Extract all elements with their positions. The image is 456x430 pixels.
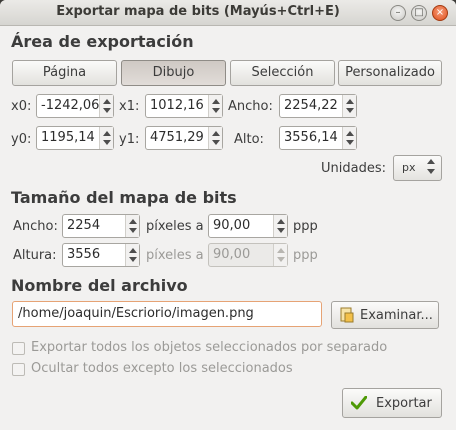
browse-button[interactable]: Examinar...	[331, 301, 439, 329]
tab-custom[interactable]: Personalizado	[338, 60, 442, 86]
chevron-down-icon	[427, 169, 435, 174]
checkmark-icon	[350, 395, 368, 410]
spin-arrows[interactable]	[99, 95, 113, 117]
y0-value[interactable]: 1195,14	[41, 130, 99, 145]
y1-spinbox[interactable]: 4751,29	[145, 126, 223, 150]
export-button[interactable]: Exportar	[342, 388, 442, 418]
tab-page[interactable]: Página	[12, 60, 117, 86]
spin-arrows	[273, 244, 287, 266]
spin-arrows[interactable]	[273, 215, 287, 237]
y1-label: y1:	[119, 132, 140, 147]
spin-arrows[interactable]	[99, 127, 113, 149]
area-width-value[interactable]: 2254,22	[284, 98, 342, 113]
y0-label: y0:	[11, 132, 32, 147]
hide-except-selected-checkbox[interactable]	[12, 363, 25, 376]
bitmap-width-label: Ancho:	[13, 219, 58, 234]
dpi-value[interactable]: 90,00	[213, 218, 273, 233]
maximize-icon[interactable]: □	[411, 5, 427, 21]
export-label: Exportar	[376, 396, 432, 411]
pixels-at-label-disabled: píxeles a	[146, 248, 204, 263]
export-bitmap-dialog: Exportar mapa de bits (Mayús+Ctrl+E) – □…	[0, 0, 456, 430]
area-height-spinbox[interactable]: 3556,14	[279, 126, 357, 150]
x0-spinbox[interactable]: -1242,06	[36, 94, 114, 118]
bitmap-size-heading: Tamaño del mapa de bits	[11, 188, 237, 207]
spin-arrows[interactable]	[342, 127, 356, 149]
filename-heading: Nombre del archivo	[11, 276, 188, 295]
folder-icon	[340, 307, 354, 323]
dialog-content: Área de exportación Página Dibujo Selecc…	[0, 26, 456, 430]
area-height-label: Alto:	[234, 132, 264, 147]
spin-arrows[interactable]	[125, 215, 139, 237]
spin-arrows[interactable]	[208, 127, 222, 149]
dpi-spinbox[interactable]: 90,00	[208, 214, 288, 238]
dpi-spinbox-disabled: 90,00	[208, 243, 288, 267]
filename-value[interactable]: /home/joaquin/Escriorio/imagen.png	[18, 306, 254, 321]
spin-arrows[interactable]	[208, 95, 222, 117]
spin-arrows[interactable]	[342, 95, 356, 117]
pixels-at-label: píxeles a	[146, 219, 204, 234]
bitmap-height-spinbox[interactable]: 3556	[62, 243, 140, 267]
chevron-up-icon	[427, 159, 435, 164]
window-title: Exportar mapa de bits (Mayús+Ctrl+E)	[56, 4, 340, 19]
title-bar[interactable]: Exportar mapa de bits (Mayús+Ctrl+E) – □…	[0, 0, 456, 26]
tab-selection[interactable]: Selección	[230, 60, 335, 86]
filename-input[interactable]: /home/joaquin/Escriorio/imagen.png	[12, 301, 322, 327]
bitmap-width-value[interactable]: 2254	[67, 218, 125, 233]
dpi-value-disabled: 90,00	[213, 247, 251, 262]
x1-spinbox[interactable]: 1012,16	[145, 94, 223, 118]
bitmap-height-label: Altura:	[13, 248, 57, 263]
x1-value[interactable]: 1012,16	[150, 98, 208, 113]
y0-spinbox[interactable]: 1195,14	[36, 126, 114, 150]
units-value: px	[402, 161, 416, 174]
x0-value[interactable]: -1242,06	[41, 98, 99, 113]
units-select[interactable]: px	[393, 155, 442, 181]
close-icon[interactable]: ×	[432, 5, 448, 21]
browse-label: Examinar...	[360, 308, 433, 323]
spin-arrows[interactable]	[125, 244, 139, 266]
ppp-label: ppp	[293, 219, 318, 234]
area-width-spinbox[interactable]: 2254,22	[279, 94, 357, 118]
hide-except-selected-label: Ocultar todos excepto los seleccionados	[31, 361, 293, 376]
area-width-label: Ancho:	[228, 99, 273, 114]
minimize-icon[interactable]: –	[390, 5, 406, 21]
ppp-label-disabled: ppp	[293, 248, 318, 263]
export-area-heading: Área de exportación	[11, 32, 194, 51]
bitmap-height-value[interactable]: 3556	[67, 247, 125, 262]
y1-value[interactable]: 4751,29	[150, 130, 208, 145]
units-label: Unidades:	[321, 161, 386, 176]
bitmap-width-spinbox[interactable]: 2254	[62, 214, 140, 238]
export-separately-label: Exportar todos los objetos seleccionados…	[31, 340, 388, 355]
export-separately-checkbox[interactable]	[12, 342, 25, 355]
tab-drawing[interactable]: Dibujo	[121, 60, 226, 86]
x0-label: x0:	[11, 99, 32, 114]
area-height-value[interactable]: 3556,14	[284, 130, 342, 145]
x1-label: x1:	[119, 99, 140, 114]
